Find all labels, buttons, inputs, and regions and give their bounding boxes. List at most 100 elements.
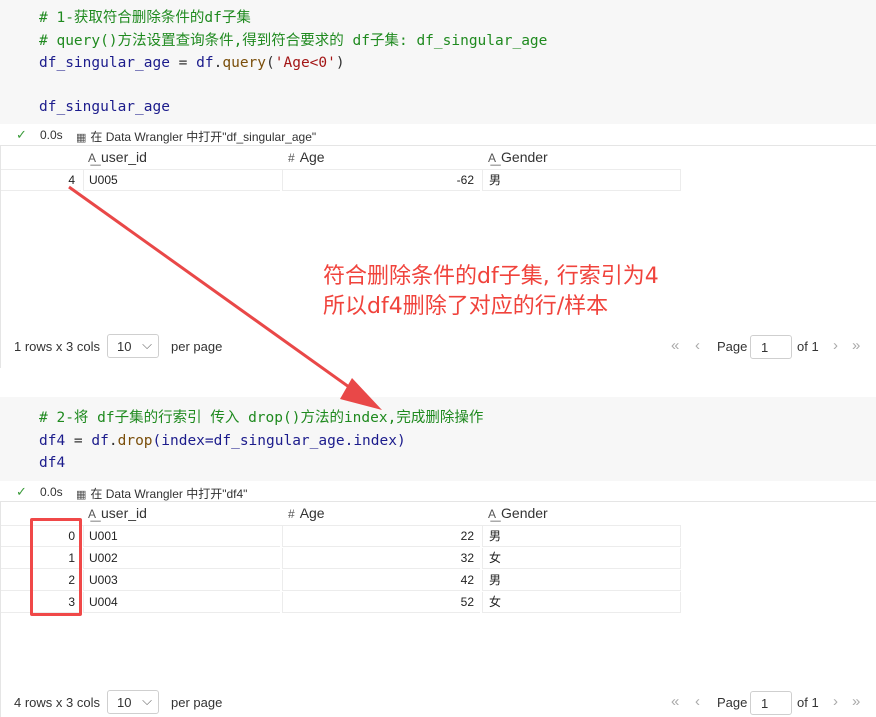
cell-age: 22 <box>282 526 480 547</box>
annotation-line: 符合删除条件的df子集, 行索引为4 <box>323 264 659 289</box>
column-header-gender[interactable]: A͟ Gender <box>488 505 548 527</box>
code-token: = <box>65 433 92 449</box>
code-token: query <box>222 55 267 71</box>
page-input[interactable]: 1 <box>750 691 792 715</box>
cell-user-id: U002 <box>83 548 280 569</box>
page-label: Page <box>717 339 748 354</box>
per-page-label: per page <box>171 339 223 354</box>
dataframe-output-1: A͟ user_id # Age A͟ Gender 4 U005 -62 男 1 r… <box>0 145 876 368</box>
column-header-label: Gender <box>501 505 548 521</box>
column-header-label: user_id <box>101 505 147 521</box>
dataframe-output-2: A͟ user_id # Age A͟ Gender 0 U001 22 男 1 U0… <box>0 501 876 717</box>
cell-user-id: U003 <box>83 570 280 591</box>
code-line: df4 <box>39 455 66 471</box>
data-wrangler-icon: ▦ <box>76 132 87 144</box>
open-in-data-wrangler-link[interactable]: ▦ 在 Data Wrangler 中打开"df_singular_age" <box>76 128 316 145</box>
column-header-label: Age <box>299 505 325 521</box>
string-type-icon: A͟ <box>488 151 497 165</box>
code-token: = <box>169 55 197 71</box>
code-cell-1[interactable]: # 1-获取符合删除条件的df子集 # query()方法设置查询条件,得到符合… <box>0 0 876 124</box>
number-type-icon: # <box>288 507 295 521</box>
execution-status-bar: ✓ 0.0s ▦ 在 Data Wrangler 中打开"df_singular_… <box>0 124 876 146</box>
per-page-value: 10 <box>117 339 132 354</box>
code-comment-line: # 1-获取符合删除条件的df子集 <box>39 10 251 26</box>
cell-gender: 女 <box>482 548 681 569</box>
code-token: ) <box>335 55 345 71</box>
column-header-label: Gender <box>501 149 548 165</box>
first-page-icon[interactable]: « <box>671 693 679 710</box>
code-line: df_singular_age = df.query('Age<0') <box>39 52 345 75</box>
annotation-text: 符合删除条件的df子集, 行索引为4 所以df4删除了对应的行/样本 <box>323 262 659 322</box>
code-token: df <box>196 55 214 71</box>
code-token: (index=df_singular_age.index) <box>152 433 406 449</box>
prev-page-icon[interactable]: ‹ <box>695 337 700 354</box>
column-header-age[interactable]: # Age <box>288 149 325 171</box>
next-page-icon[interactable]: › <box>833 693 838 710</box>
rows-cols-info: 1 rows x 3 cols <box>14 339 100 354</box>
per-page-select[interactable]: 10 ⌵ <box>107 690 159 714</box>
last-page-icon[interactable]: » <box>852 337 860 354</box>
page-input[interactable]: 1 <box>750 335 792 359</box>
pagination-bar: 1 rows x 3 cols 10 ⌵ per page « ‹ Page 1 … <box>1 334 876 360</box>
data-wrangler-label: 在 Data Wrangler 中打开"df_singular_age" <box>90 130 317 144</box>
column-header-label: user_id <box>101 149 147 165</box>
page-input-value: 1 <box>761 696 769 711</box>
cell-age: 52 <box>282 592 480 613</box>
annotation-line: 所以df4删除了对应的行/样本 <box>323 294 609 319</box>
code-cell-2[interactable]: # 2-将 df子集的行索引 传入 drop()方法的index,完成删除操作 … <box>0 397 876 481</box>
code-comment-line: # query()方法设置查询条件,得到符合要求的 df子集: df_singu… <box>39 33 548 49</box>
row-index: 4 <box>1 170 81 191</box>
number-type-icon: # <box>288 151 295 165</box>
data-wrangler-icon: ▦ <box>76 489 87 501</box>
page-input-value: 1 <box>761 340 769 355</box>
string-type-icon: A͟ <box>88 507 97 521</box>
cell-age: 32 <box>282 548 480 569</box>
code-token: 'Age<0' <box>274 55 336 71</box>
code-line: df_singular_age <box>39 99 170 115</box>
pagination-bar: 4 rows x 3 cols 10 ⌵ per page « ‹ Page 1 … <box>1 690 876 716</box>
string-type-icon: A͟ <box>488 507 497 521</box>
column-header-user-id[interactable]: A͟ user_id <box>88 505 147 527</box>
next-page-icon[interactable]: › <box>833 337 838 354</box>
rows-cols-info: 4 rows x 3 cols <box>14 695 100 710</box>
check-icon: ✓ <box>16 127 27 142</box>
cell-age: -62 <box>282 170 480 191</box>
cell-user-id: U001 <box>83 526 280 547</box>
execution-time: 0.0s <box>40 485 63 499</box>
code-token: ( <box>266 55 275 71</box>
column-header-user-id[interactable]: A͟ user_id <box>88 149 147 171</box>
highlight-box <box>30 518 82 616</box>
page-label: Page <box>717 695 748 710</box>
execution-time: 0.0s <box>40 128 63 142</box>
cell-user-id: U005 <box>83 170 280 191</box>
cell-gender: 男 <box>482 526 681 547</box>
cell-age: 42 <box>282 570 480 591</box>
code-token: df4 <box>39 433 66 449</box>
prev-page-icon[interactable]: ‹ <box>695 693 700 710</box>
cell-gender: 男 <box>482 170 681 191</box>
page-of-label: of 1 <box>797 695 819 710</box>
open-in-data-wrangler-link[interactable]: ▦ 在 Data Wrangler 中打开"df4" <box>76 485 247 502</box>
per-page-value: 10 <box>117 695 132 710</box>
column-header-label: Age <box>299 149 325 165</box>
cell-gender: 女 <box>482 592 681 613</box>
code-line: df4 = df.drop(index=df_singular_age.inde… <box>39 430 406 453</box>
column-header-gender[interactable]: A͟ Gender <box>488 149 548 171</box>
per-page-label: per page <box>171 695 223 710</box>
code-token: drop <box>117 433 153 449</box>
code-comment-line: # 2-将 df子集的行索引 传入 drop()方法的index,完成删除操作 <box>39 410 484 426</box>
cell-gender: 男 <box>482 570 681 591</box>
chevron-down-icon: ⌵ <box>142 337 152 352</box>
page-of-label: of 1 <box>797 339 819 354</box>
string-type-icon: A͟ <box>88 151 97 165</box>
per-page-select[interactable]: 10 ⌵ <box>107 334 159 358</box>
code-token: df_singular_age <box>39 55 170 71</box>
data-wrangler-label: 在 Data Wrangler 中打开"df4" <box>90 487 248 501</box>
column-header-age[interactable]: # Age <box>288 505 325 527</box>
last-page-icon[interactable]: » <box>852 693 860 710</box>
first-page-icon[interactable]: « <box>671 337 679 354</box>
code-token: . <box>108 433 118 449</box>
check-icon: ✓ <box>16 484 27 499</box>
cell-user-id: U004 <box>83 592 280 613</box>
chevron-down-icon: ⌵ <box>142 693 152 708</box>
